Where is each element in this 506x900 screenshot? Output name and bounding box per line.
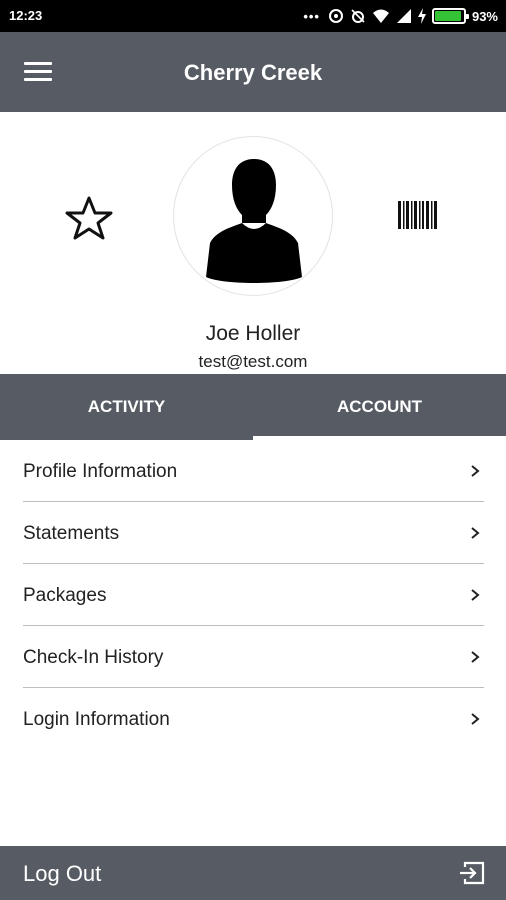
logout-label: Log Out: [23, 861, 102, 886]
battery-icon: [431, 8, 469, 24]
charging-icon: [417, 8, 426, 24]
alarm-icon: [351, 9, 365, 23]
menu-item-login-information[interactable]: Login Information: [0, 688, 506, 750]
account-menu-list: Profile Information Statements Packages …: [0, 440, 506, 750]
chevron-right-icon: [471, 465, 480, 477]
app-bar: Cherry Creek: [0, 32, 506, 112]
menu-item-label: Profile Information: [23, 461, 178, 482]
page-title: Cherry Creek: [183, 60, 323, 85]
chevron-right-icon: [471, 651, 480, 663]
tab-activity[interactable]: ACTIVITY: [0, 374, 253, 440]
user-email: test@test.com: [198, 352, 308, 371]
more-dots-icon: •••: [303, 8, 320, 24]
status-icons: ••• 93%: [303, 6, 498, 26]
person-silhouette-icon: [206, 159, 302, 283]
status-bar: 12:23 ••• 93%: [0, 0, 506, 32]
barcode-icon[interactable]: [396, 199, 440, 231]
sync-icon: [328, 9, 343, 23]
menu-item-label: Check-In History: [23, 647, 164, 668]
menu-item-check-in-history[interactable]: Check-In History: [0, 626, 506, 688]
profile-header: Joe Holler test@test.com: [0, 112, 506, 374]
logout-icon: [460, 861, 485, 885]
menu-item-label: Login Information: [23, 709, 170, 730]
battery-percent: 93%: [471, 8, 498, 24]
chevron-right-icon: [471, 527, 480, 539]
avatar[interactable]: [173, 136, 333, 296]
menu-item-label: Statements: [23, 523, 120, 544]
menu-item-packages[interactable]: Packages: [0, 564, 506, 626]
menu-item-profile-information[interactable]: Profile Information: [0, 440, 506, 502]
user-name: Joe Holler: [205, 322, 301, 345]
menu-item-statements[interactable]: Statements: [0, 502, 506, 564]
wifi-icon: [372, 9, 389, 23]
chevron-right-icon: [471, 589, 480, 601]
star-icon[interactable]: [64, 195, 114, 241]
tab-account[interactable]: ACCOUNT: [253, 374, 506, 440]
logout-button[interactable]: Log Out: [0, 846, 506, 900]
tab-bar: ACTIVITY ACCOUNT: [0, 374, 506, 440]
status-time: 12:23: [9, 8, 43, 23]
chevron-right-icon: [471, 713, 480, 725]
menu-item-label: Packages: [23, 585, 107, 606]
signal-icon: [396, 9, 411, 23]
